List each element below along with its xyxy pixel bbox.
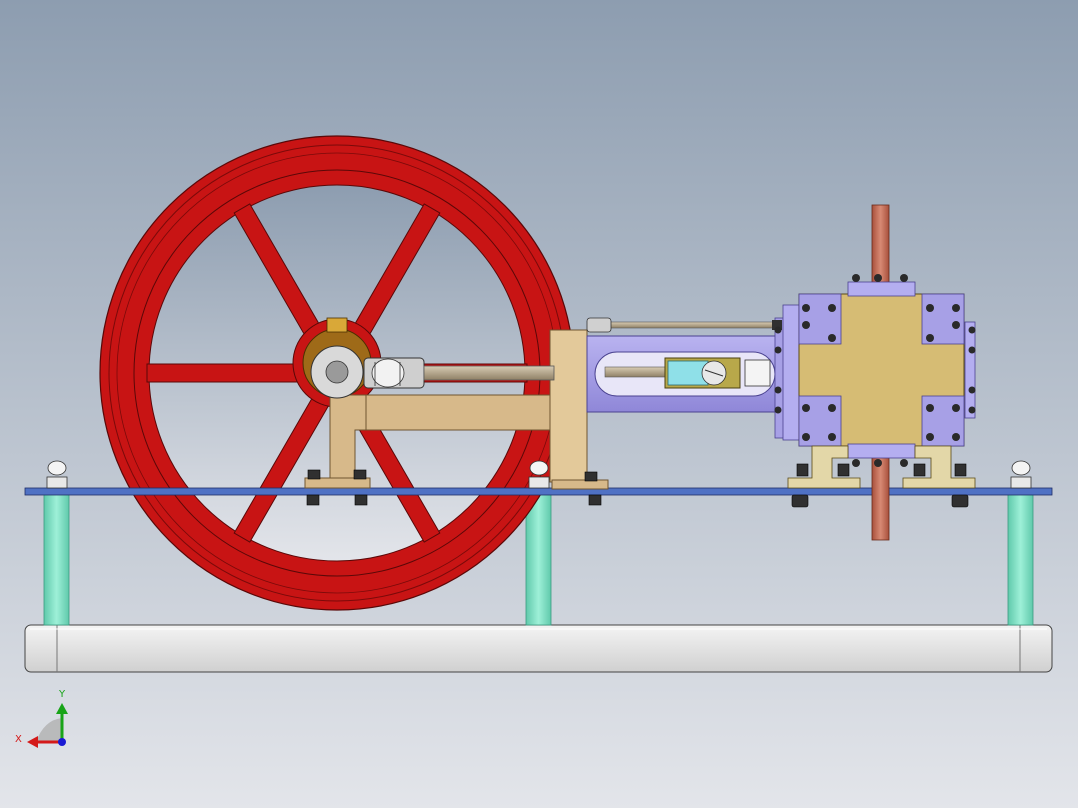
triad-z-axis: [58, 738, 66, 746]
main-plate[interactable]: [24, 487, 1053, 496]
support-post-left[interactable]: [43, 493, 70, 626]
cad-viewport[interactable]: X Y: [0, 0, 1078, 808]
connecting-rod-end[interactable]: [363, 357, 425, 389]
triad-x-label: X: [15, 734, 22, 745]
connecting-rod[interactable]: [423, 365, 555, 381]
support-post-right[interactable]: [1007, 493, 1034, 626]
support-post-middle[interactable]: [525, 493, 552, 626]
model-scene[interactable]: [0, 0, 1078, 808]
crank-disc[interactable]: [310, 345, 364, 399]
crosshead[interactable]: [664, 357, 771, 389]
base-board[interactable]: [24, 624, 1053, 673]
valve-chest[interactable]: [774, 274, 976, 467]
triad-y-label: Y: [59, 689, 66, 700]
